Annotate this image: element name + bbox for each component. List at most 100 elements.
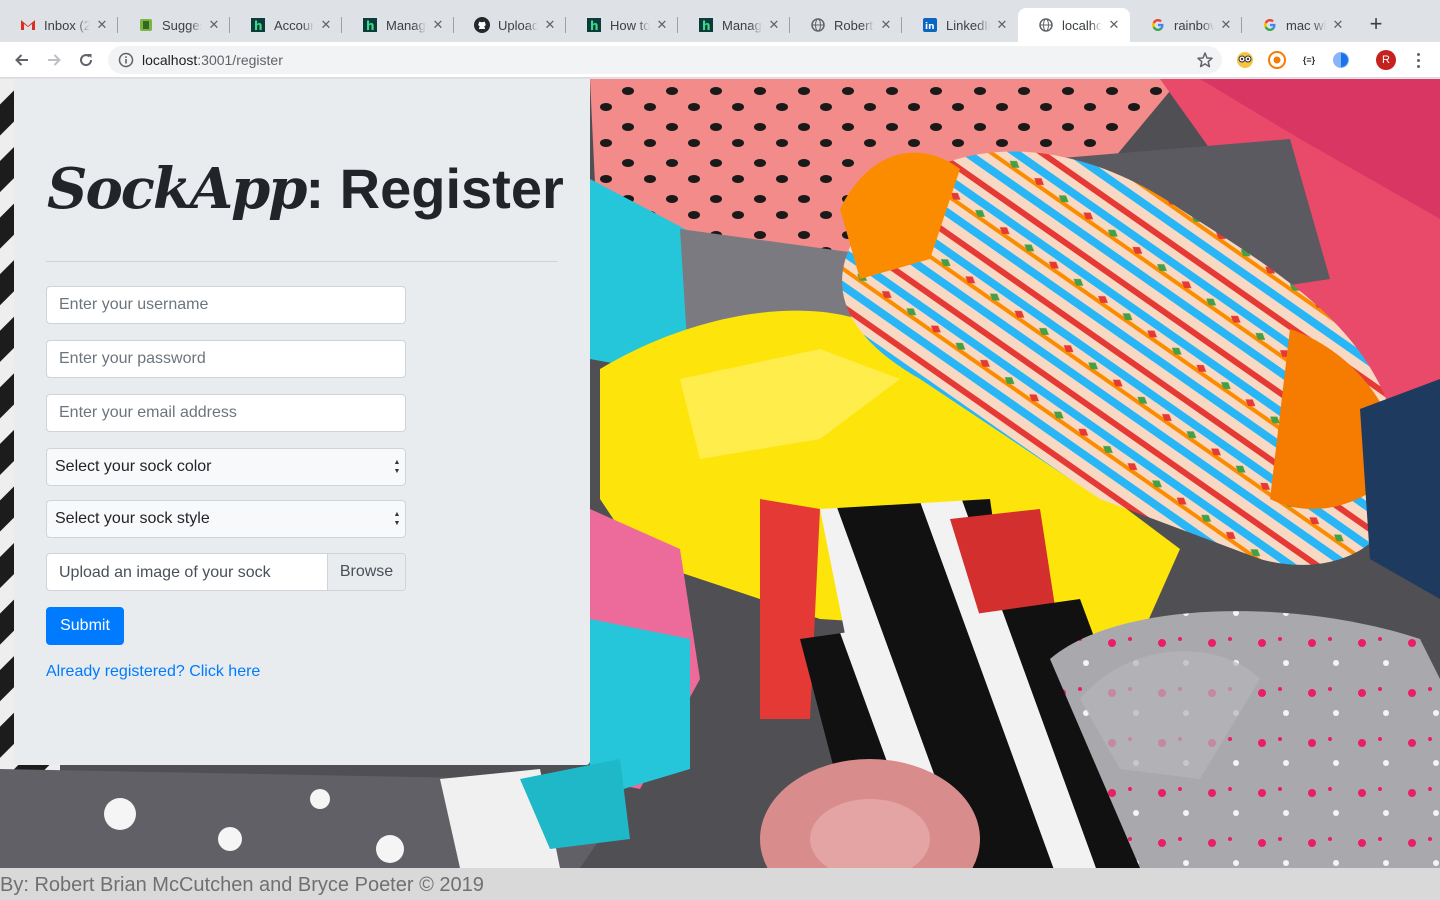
- tab-title: Manage: [386, 17, 426, 33]
- tab-gmail[interactable]: Inbox (2, ✕: [0, 8, 118, 42]
- tab-title: Account: [274, 17, 314, 33]
- svg-text:in: in: [925, 22, 935, 32]
- reload-button[interactable]: [74, 48, 98, 72]
- tab-title: How to:: [610, 17, 650, 33]
- close-icon[interactable]: ✕: [766, 17, 782, 33]
- file-input-label: Upload an image of your sock: [59, 564, 271, 581]
- gmail-icon: [20, 17, 36, 33]
- tab-title: Upload f: [498, 17, 538, 33]
- star-icon[interactable]: [1196, 51, 1214, 69]
- info-icon[interactable]: [118, 52, 134, 68]
- page-footer: By: Robert Brian McCutchen and Bryce Poe…: [0, 868, 1440, 900]
- tab-how-to[interactable]: h How to: ✕: [566, 8, 678, 42]
- github-icon: [474, 17, 490, 33]
- tab-account[interactable]: h Account ✕: [230, 8, 342, 42]
- page-viewport: SockApp: Register Select your sock color…: [0, 79, 1440, 900]
- sock-style-value: Select your sock style: [55, 510, 210, 527]
- email-field: [46, 394, 406, 432]
- forward-button[interactable]: [42, 48, 66, 72]
- tab-title: mac whe: [1286, 17, 1326, 33]
- svg-text:h: h: [590, 19, 599, 32]
- page-title: SockApp: Register: [47, 157, 564, 221]
- tab-title: localhos: [1062, 17, 1102, 33]
- tab-title: Robert B: [834, 17, 874, 33]
- divider: [46, 261, 558, 262]
- arrow-left-icon: [15, 54, 28, 66]
- sock-color-select[interactable]: Select your sock color ▲ ▼: [46, 448, 406, 486]
- close-icon[interactable]: ✕: [430, 17, 446, 33]
- footer-credits: By: Robert Brian McCutchen and Bryce Poe…: [0, 874, 484, 896]
- tab-title: Manage: [722, 17, 762, 33]
- tab-suggest[interactable]: Suggest ✕: [118, 8, 230, 42]
- tab-strip: Inbox (2, ✕ Suggest ✕ h Account ✕ h Mana…: [0, 0, 1440, 42]
- url-host: localhost: [142, 52, 198, 68]
- address-bar[interactable]: localhost:3001/register: [108, 46, 1222, 74]
- h-app-icon: h: [586, 17, 602, 33]
- password-field: [46, 340, 406, 378]
- tab-rainbow[interactable]: rainbow ✕: [1130, 8, 1242, 42]
- arrow-right-icon: [48, 54, 61, 66]
- username-field: [46, 286, 406, 324]
- title-colon: :: [305, 157, 325, 220]
- select-arrows-icon: ▲ ▼: [393, 511, 401, 527]
- tab-localhost[interactable]: localhos ✕: [1018, 8, 1130, 42]
- tab-upload[interactable]: Upload f ✕: [454, 8, 566, 42]
- close-icon[interactable]: ✕: [94, 17, 110, 33]
- sock-color-value: Select your sock color: [55, 458, 212, 475]
- email-input[interactable]: [47, 395, 405, 431]
- sock-style-select[interactable]: Select your sock style ▲ ▼: [46, 500, 406, 538]
- google-icon: [1262, 17, 1278, 33]
- back-button[interactable]: [10, 48, 34, 72]
- register-card: SockApp: Register Select your sock color…: [14, 79, 590, 765]
- profile-avatar[interactable]: R: [1376, 50, 1396, 70]
- globe-icon: [810, 17, 826, 33]
- close-icon[interactable]: ✕: [542, 17, 558, 33]
- close-icon[interactable]: ✕: [654, 17, 670, 33]
- url-text: localhost:3001/register: [142, 52, 283, 68]
- svg-text:h: h: [254, 19, 263, 32]
- close-icon[interactable]: ✕: [1218, 17, 1234, 33]
- extension-owl-icon[interactable]: [1236, 51, 1254, 69]
- globe-icon: [1038, 17, 1054, 33]
- tab-title: rainbow: [1174, 17, 1214, 33]
- bookmark-icon: [138, 17, 154, 33]
- close-icon[interactable]: ✕: [994, 17, 1010, 33]
- tab-linkedin[interactable]: in LinkedIn ✕: [902, 8, 1018, 42]
- tab-title: Inbox (2,: [44, 17, 90, 33]
- url-path: :3001/register: [197, 52, 283, 68]
- h-app-icon: h: [362, 17, 378, 33]
- h-app-icon: h: [250, 17, 266, 33]
- more-menu-icon[interactable]: [1410, 50, 1426, 70]
- google-icon: [1150, 17, 1166, 33]
- h-app-icon: h: [698, 17, 714, 33]
- browser-toolbar: localhost:3001/register {≡} R: [0, 42, 1440, 78]
- tab-robert[interactable]: Robert B ✕: [790, 8, 902, 42]
- svg-text:h: h: [366, 19, 375, 32]
- tab-mac[interactable]: mac whe ✕: [1242, 8, 1354, 42]
- tab-title: Suggest: [162, 17, 202, 33]
- title-word: Register: [339, 157, 564, 220]
- svg-text:h: h: [702, 19, 711, 32]
- sock-image-upload[interactable]: Upload an image of your sock Browse: [46, 553, 406, 591]
- tab-title: LinkedIn: [946, 17, 990, 33]
- extension-json-icon[interactable]: {≡}: [1300, 51, 1318, 69]
- tab-manage-2[interactable]: h Manage ✕: [678, 8, 790, 42]
- username-input[interactable]: [47, 287, 405, 323]
- new-tab-button[interactable]: +: [1364, 13, 1388, 37]
- tab-manage-1[interactable]: h Manage ✕: [342, 8, 454, 42]
- select-arrows-icon: ▲ ▼: [393, 459, 401, 475]
- close-icon[interactable]: ✕: [1106, 17, 1122, 33]
- extension-orange-icon[interactable]: [1268, 51, 1286, 69]
- close-icon[interactable]: ✕: [318, 17, 334, 33]
- submit-button[interactable]: Submit: [46, 607, 124, 645]
- close-icon[interactable]: ✕: [206, 17, 222, 33]
- close-icon[interactable]: ✕: [878, 17, 894, 33]
- linkedin-icon: in: [922, 17, 938, 33]
- extension-blue-icon[interactable]: [1332, 51, 1350, 69]
- reload-icon: [80, 54, 93, 67]
- browse-button[interactable]: Browse: [327, 554, 405, 590]
- password-input[interactable]: [47, 341, 405, 377]
- close-icon[interactable]: ✕: [1330, 17, 1346, 33]
- brand-name: SockApp: [47, 156, 307, 222]
- login-link[interactable]: Already registered? Click here: [46, 663, 260, 681]
